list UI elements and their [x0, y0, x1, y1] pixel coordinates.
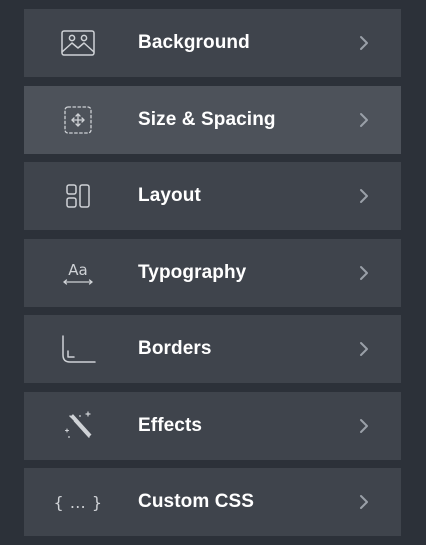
image-icon	[60, 25, 96, 61]
magic-wand-icon	[60, 408, 96, 444]
typography-icon-text: Aa	[68, 261, 87, 279]
section-label: Borders	[138, 338, 212, 359]
section-effects[interactable]: Effects	[24, 391, 401, 460]
move-icon	[60, 102, 96, 138]
section-label: Layout	[138, 185, 201, 206]
section-label: Typography	[138, 261, 247, 283]
chevron-right-icon	[357, 417, 371, 435]
braces-icon: { … }	[53, 484, 102, 520]
section-label: Custom CSS	[138, 491, 255, 512]
layout-icon	[60, 178, 96, 214]
section-borders[interactable]: Borders	[24, 315, 401, 383]
section-background[interactable]: Background	[24, 9, 401, 77]
chevron-right-icon	[357, 111, 371, 129]
section-typography[interactable]: Aa Typography	[24, 238, 401, 307]
section-label: Size & Spacing	[138, 108, 276, 130]
chevron-right-icon	[357, 187, 371, 205]
section-label: Background	[138, 32, 250, 53]
chevron-right-icon	[357, 34, 371, 52]
typography-icon: Aa	[60, 255, 96, 291]
chevron-right-icon	[357, 340, 371, 358]
chevron-right-icon	[357, 264, 371, 282]
section-label: Effects	[138, 414, 203, 436]
section-size-spacing[interactable]: Size & Spacing	[24, 85, 401, 154]
braces-icon-text: { … }	[53, 492, 103, 512]
borders-icon	[60, 331, 96, 367]
chevron-right-icon	[357, 493, 371, 511]
settings-panel: Background Size & Spacing Layout Aa Typo…	[24, 9, 401, 545]
section-custom-css[interactable]: { … } Custom CSS	[24, 468, 401, 536]
section-layout[interactable]: Layout	[24, 162, 401, 230]
